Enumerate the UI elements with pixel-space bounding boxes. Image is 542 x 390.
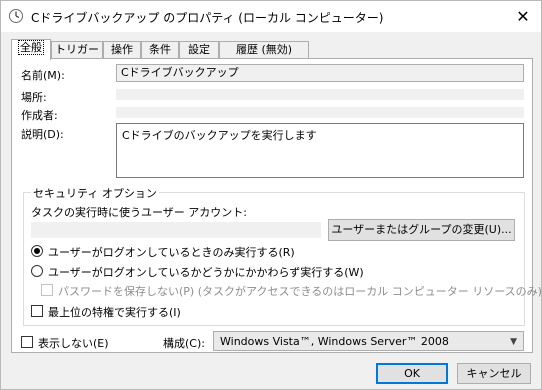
configure-select-value: Windows Vista™, Windows Server™ 2008 xyxy=(220,335,449,348)
tab-triggers[interactable]: トリガー xyxy=(51,41,103,59)
close-icon[interactable]: ✕ xyxy=(512,5,534,27)
configure-select[interactable]: Windows Vista™, Windows Server™ 2008 ▼ xyxy=(213,331,524,351)
account-field xyxy=(31,222,321,238)
chevron-down-icon: ▼ xyxy=(510,337,517,347)
author-field xyxy=(116,107,524,118)
description-textarea[interactable]: Cドライブのバックアップを実行します xyxy=(116,123,524,178)
tab-label: 条件 xyxy=(149,43,171,56)
tab-label: 操作 xyxy=(111,43,133,56)
tab-actions[interactable]: 操作 xyxy=(103,41,141,59)
tab-label: 全般 xyxy=(18,40,44,55)
radio-whether-logged-on-label[interactable]: ユーザーがログオンしているかどうかにかかわらず実行する(W) xyxy=(48,264,364,280)
hidden-label[interactable]: 表示しない(E) xyxy=(38,335,109,351)
location-label: 場所: xyxy=(21,91,47,104)
no-store-password-checkbox[interactable] xyxy=(41,284,53,296)
no-store-password-label: パスワードを保存しない(P) (タスクがアクセスできるのはローカル コンピュータ… xyxy=(58,285,542,298)
tab-label: トリガー xyxy=(55,43,99,56)
tab-label: 履歴 (無効) xyxy=(235,43,293,56)
clock-icon xyxy=(8,8,24,24)
highest-privileges-label[interactable]: 最上位の特権で実行する(I) xyxy=(48,304,181,320)
tab-general[interactable]: 全般 xyxy=(11,39,51,60)
description-label: 説明(D): xyxy=(21,128,64,141)
tab-settings[interactable]: 設定 xyxy=(179,41,219,59)
location-field xyxy=(116,89,524,100)
author-label: 作成者: xyxy=(21,109,58,122)
task-properties-dialog: Cドライブバックアップ のプロパティ (ローカル コンピューター) ✕ 全般 ト… xyxy=(0,0,542,390)
hidden-checkbox[interactable] xyxy=(21,336,33,348)
tab-conditions[interactable]: 条件 xyxy=(141,41,179,59)
account-label: タスクの実行時に使うユーザー アカウント: xyxy=(31,206,247,219)
configure-label: 構成(C): xyxy=(163,337,205,350)
title-bar[interactable]: Cドライブバックアップ のプロパティ (ローカル コンピューター) ✕ xyxy=(1,1,541,32)
radio-whether-logged-on[interactable] xyxy=(31,265,43,277)
name-label: 名前(M): xyxy=(21,69,65,82)
window-title: Cドライブバックアップ のプロパティ (ローカル コンピューター) xyxy=(31,11,384,25)
change-user-button[interactable]: ユーザーまたはグループの変更(U)... xyxy=(328,219,515,241)
security-options-title: セキュリティ オプション xyxy=(31,185,159,201)
tab-label: 設定 xyxy=(188,43,210,56)
cancel-button[interactable]: キャンセル xyxy=(457,363,531,384)
radio-logged-on-label[interactable]: ユーザーがログオンしているときのみ実行する(R) xyxy=(48,244,295,260)
ok-button[interactable]: OK xyxy=(376,363,448,384)
radio-logged-on[interactable] xyxy=(31,245,43,257)
tab-history[interactable]: 履歴 (無効) xyxy=(219,41,309,59)
name-field[interactable]: Cドライブバックアップ xyxy=(116,64,524,82)
highest-privileges-checkbox[interactable] xyxy=(31,305,43,317)
